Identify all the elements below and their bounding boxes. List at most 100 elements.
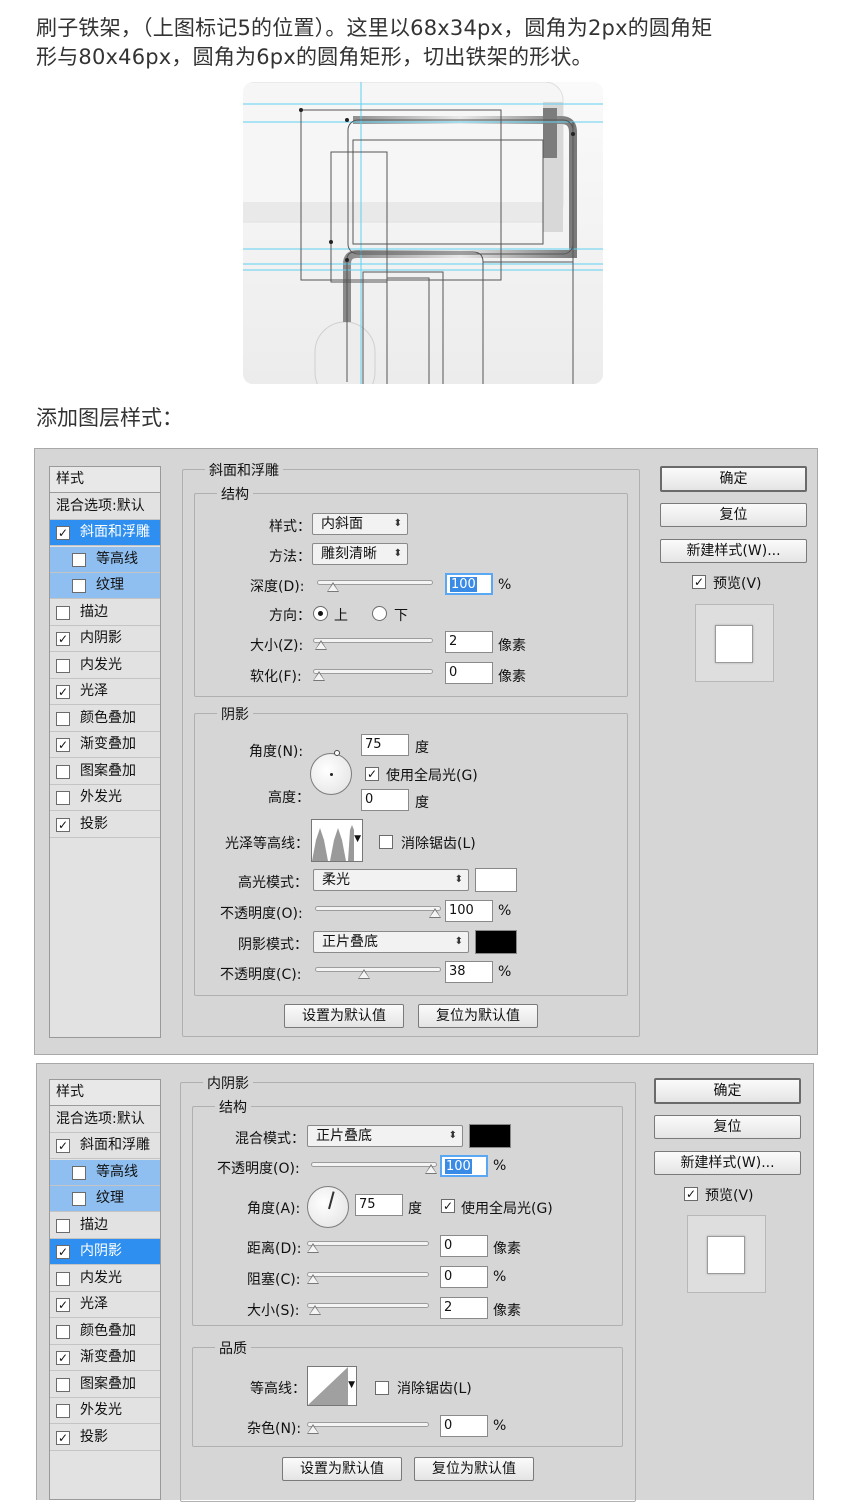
style-list-item[interactable]: 等高线 xyxy=(50,546,160,573)
style-list-item[interactable]: 颜色叠加 xyxy=(50,706,160,732)
style-checkbox[interactable]: ✓ xyxy=(56,1298,70,1312)
style-list-item[interactable]: ✓ 内阴影 xyxy=(50,626,160,652)
slider-thumb[interactable] xyxy=(307,1243,319,1253)
ok-button[interactable]: 确定 xyxy=(654,1078,801,1104)
style-checkbox[interactable] xyxy=(72,1192,86,1206)
slider-thumb[interactable] xyxy=(309,1305,322,1315)
style-list-item[interactable]: 图案叠加 xyxy=(50,759,160,785)
direction-down-radio[interactable] xyxy=(372,606,387,621)
soften-slider[interactable] xyxy=(313,669,433,681)
depth-input[interactable]: 100 xyxy=(445,573,493,595)
style-checkbox[interactable] xyxy=(56,605,70,620)
style-list-item[interactable]: ✓ 斜面和浮雕 xyxy=(50,1133,160,1159)
style-list-item[interactable]: 内发光 xyxy=(50,653,160,679)
style-list-item[interactable]: ✓ 内阴影 xyxy=(50,1239,160,1265)
style-checkbox[interactable]: ✓ xyxy=(56,738,70,752)
angle-dial[interactable] xyxy=(310,750,352,795)
angle-dial[interactable] xyxy=(307,1186,349,1228)
size-input[interactable]: 2 xyxy=(440,1297,488,1319)
highlight-opacity-slider[interactable] xyxy=(315,906,441,918)
depth-slider[interactable] xyxy=(317,580,433,592)
reset-default-button[interactable]: 复位为默认值 xyxy=(418,1004,538,1028)
style-checkbox[interactable] xyxy=(72,1165,86,1180)
style-list-item[interactable]: ✓ 光泽 xyxy=(50,679,160,705)
reset-default-button[interactable]: 复位为默认值 xyxy=(414,1457,534,1481)
opacity-slider[interactable] xyxy=(311,1162,437,1174)
anti-alias-checkbox[interactable] xyxy=(379,835,393,849)
choke-input[interactable]: 0 xyxy=(440,1266,488,1288)
shadow-color-swatch[interactable] xyxy=(475,930,517,954)
preview-checkbox[interactable]: ✓ xyxy=(692,575,706,589)
style-list-item[interactable]: 描边 xyxy=(50,600,160,626)
style-list-item[interactable]: ✓ 光泽 xyxy=(50,1292,160,1318)
noise-input[interactable]: 0 xyxy=(440,1415,488,1437)
global-light-checkbox[interactable]: ✓ xyxy=(365,767,379,781)
style-list-item[interactable]: 外发光 xyxy=(50,785,160,811)
global-light-checkbox[interactable]: ✓ xyxy=(441,1199,455,1213)
new-style-button[interactable]: 新建样式(W)... xyxy=(654,1151,801,1175)
style-checkbox[interactable]: ✓ xyxy=(56,632,70,646)
altitude-input[interactable]: 0 xyxy=(361,789,409,811)
style-checkbox[interactable]: ✓ xyxy=(56,526,70,540)
style-list-item[interactable]: ✓ 斜面和浮雕 xyxy=(50,520,160,546)
style-list-item[interactable]: 描边 xyxy=(50,1213,160,1239)
highlight-mode-select[interactable]: 柔光 ⬍ xyxy=(313,869,469,891)
shadow-mode-select[interactable]: 正片叠底 ⬍ xyxy=(313,931,469,953)
style-checkbox[interactable]: ✓ xyxy=(56,685,70,699)
style-list-item[interactable]: 纹理 xyxy=(50,1186,160,1212)
size-slider[interactable] xyxy=(307,1303,429,1315)
reset-button[interactable]: 复位 xyxy=(660,503,807,527)
preview-checkbox[interactable]: ✓ xyxy=(684,1187,698,1201)
slider-thumb[interactable] xyxy=(315,640,328,650)
slider-thumb[interactable] xyxy=(307,1274,319,1284)
style-list-item[interactable]: 等高线 xyxy=(50,1159,160,1186)
slider-thumb[interactable] xyxy=(313,671,325,681)
style-checkbox[interactable] xyxy=(56,711,70,726)
style-checkbox[interactable]: ✓ xyxy=(56,817,70,832)
style-list-item[interactable]: 外发光 xyxy=(50,1398,160,1424)
shadow-opacity-input[interactable]: 38 xyxy=(445,961,493,983)
blend-options-item[interactable]: 混合选项:默认 xyxy=(50,1107,160,1133)
style-list-item[interactable]: ✓ 渐变叠加 xyxy=(50,732,160,758)
blend-options-item[interactable]: 混合选项:默认 xyxy=(50,494,160,520)
angle-input[interactable]: 75 xyxy=(355,1194,403,1216)
direction-up-radio[interactable] xyxy=(313,606,328,621)
style-list-item[interactable]: ✓ 投影 xyxy=(50,1425,160,1451)
slider-thumb[interactable] xyxy=(358,969,371,979)
style-list-item[interactable]: ✓ 渐变叠加 xyxy=(50,1345,160,1371)
slider-thumb[interactable] xyxy=(327,582,340,592)
technique-select[interactable]: 雕刻清晰 ⬍ xyxy=(312,543,408,565)
highlight-color-swatch[interactable] xyxy=(475,868,517,892)
style-checkbox[interactable]: ✓ xyxy=(56,1430,70,1445)
slider-thumb[interactable] xyxy=(307,1424,319,1434)
slider-thumb[interactable] xyxy=(425,1164,437,1174)
new-style-button[interactable]: 新建样式(W)... xyxy=(660,539,807,563)
blend-mode-select[interactable]: 正片叠底 ⬍ xyxy=(307,1125,463,1147)
anti-alias-checkbox[interactable] xyxy=(375,1381,389,1395)
shadow-color-swatch[interactable] xyxy=(469,1124,511,1148)
style-checkbox[interactable]: ✓ xyxy=(56,1245,70,1259)
style-checkbox[interactable] xyxy=(56,1324,70,1339)
size-input[interactable]: 2 xyxy=(445,631,493,653)
size-slider[interactable] xyxy=(313,638,433,650)
noise-slider[interactable] xyxy=(307,1422,429,1434)
reset-button[interactable]: 复位 xyxy=(654,1115,801,1139)
style-list-item[interactable]: 内发光 xyxy=(50,1266,160,1292)
gloss-contour-picker[interactable]: ▼ xyxy=(311,819,363,862)
style-checkbox[interactable] xyxy=(72,579,86,593)
shadow-opacity-slider[interactable] xyxy=(315,967,441,979)
opacity-input[interactable]: 100 xyxy=(440,1155,488,1177)
angle-input[interactable]: 75 xyxy=(361,734,409,756)
style-list-item[interactable]: 颜色叠加 xyxy=(50,1319,160,1345)
style-checkbox[interactable] xyxy=(56,1377,70,1392)
style-list-item[interactable]: ✓ 投影 xyxy=(50,812,160,838)
style-checkbox[interactable] xyxy=(56,1404,70,1418)
style-checkbox[interactable] xyxy=(56,1271,70,1286)
style-checkbox[interactable] xyxy=(56,1218,70,1233)
style-checkbox[interactable] xyxy=(56,658,70,673)
style-checkbox[interactable] xyxy=(56,791,70,805)
set-default-button[interactable]: 设置为默认值 xyxy=(282,1457,402,1481)
choke-slider[interactable] xyxy=(307,1272,429,1284)
distance-slider[interactable] xyxy=(307,1241,429,1253)
style-checkbox[interactable] xyxy=(56,764,70,779)
